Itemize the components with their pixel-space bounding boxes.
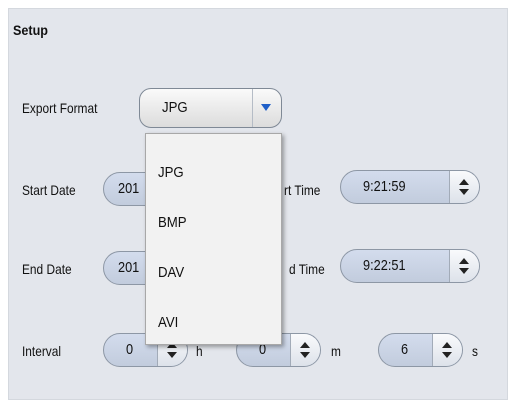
start-time-value: 9:21:59 (363, 178, 406, 195)
spinner-down-icon[interactable] (167, 352, 177, 358)
interval-hours-unit: h (196, 343, 203, 359)
interval-minutes-spinner[interactable] (290, 334, 320, 366)
start-time-field[interactable]: 9:21:59 (340, 170, 480, 204)
end-date-value: 201 (118, 259, 140, 276)
export-format-select[interactable]: JPG (139, 88, 282, 128)
export-format-label: Export Format (22, 100, 98, 116)
spinner-up-icon[interactable] (442, 342, 452, 348)
interval-label: Interval (22, 343, 62, 359)
interval-seconds-spinner[interactable] (432, 334, 462, 366)
export-format-dropdown-list: JPG BMP DAV AVI (145, 133, 282, 345)
dropdown-option-dav[interactable]: DAV (158, 248, 184, 298)
spinner-up-icon[interactable] (300, 342, 310, 348)
export-format-value: JPG (162, 99, 188, 116)
end-time-spinner[interactable] (449, 250, 479, 282)
dropdown-option-bmp[interactable]: BMP (158, 198, 187, 248)
chevron-down-icon (261, 104, 271, 111)
spinner-up-icon[interactable] (459, 179, 469, 185)
interval-seconds-value: 6 (401, 341, 409, 358)
end-time-value: 9:22:51 (363, 257, 406, 274)
start-time-spinner[interactable] (449, 171, 479, 203)
end-date-label: End Date (22, 261, 72, 277)
spinner-down-icon[interactable] (442, 352, 452, 358)
spinner-down-icon[interactable] (300, 352, 310, 358)
end-time-field[interactable]: 9:22:51 (340, 249, 480, 283)
interval-minutes-unit: m (331, 343, 341, 359)
interval-hours-value: 0 (126, 341, 134, 358)
setup-title: Setup (13, 22, 49, 38)
start-date-value: 201 (118, 180, 140, 197)
interval-seconds-unit: s (472, 343, 478, 359)
spinner-up-icon[interactable] (459, 258, 469, 264)
export-format-dropdown-button[interactable] (252, 89, 281, 127)
spinner-down-icon[interactable] (459, 268, 469, 274)
dropdown-option-avi[interactable]: AVI (158, 298, 178, 348)
start-date-label: Start Date (22, 182, 76, 198)
interval-seconds-field[interactable]: 6 (378, 333, 463, 367)
spinner-down-icon[interactable] (459, 189, 469, 195)
dropdown-option-jpg[interactable]: JPG (158, 148, 184, 198)
start-time-label: rt Time (284, 182, 321, 198)
end-time-label: d Time (289, 261, 325, 277)
